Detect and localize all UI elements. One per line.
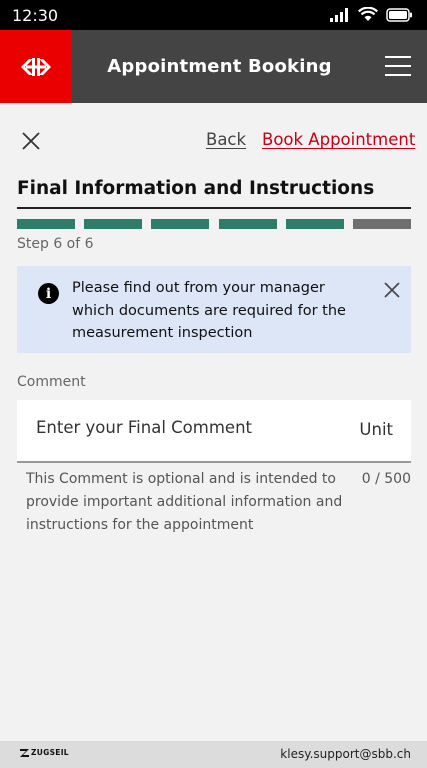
footer: ZUGSEIL klesy.support@sbb.ch: [0, 741, 427, 768]
step-segment-4: [218, 219, 277, 229]
close-icon[interactable]: [20, 130, 42, 152]
status-bar: 12:30: [0, 0, 427, 30]
close-icon[interactable]: [384, 282, 400, 298]
signal-icon: [330, 7, 348, 22]
back-link[interactable]: Back: [206, 130, 246, 149]
step-segment-5: [285, 219, 344, 229]
comment-label: Comment: [17, 374, 86, 390]
comment-helper-text: This Comment is optional and is intended…: [26, 471, 343, 533]
status-icons: [330, 7, 413, 22]
sbb-logo-icon: [21, 57, 51, 76]
step-segment-6: [352, 219, 411, 229]
battery-icon: [386, 7, 412, 22]
header-title: Appointment Booking: [107, 56, 332, 77]
app-header: Appointment Booking: [0, 30, 427, 103]
footer-brand-label: ZUGSEIL: [31, 748, 69, 757]
info-notification: i Please find out from your manager whic…: [17, 266, 411, 353]
wifi-icon: [358, 7, 378, 21]
info-text: Please find out from your manager which …: [72, 280, 346, 341]
unit-label: Unit: [359, 420, 393, 439]
footer-brand: ZUGSEIL: [20, 748, 69, 757]
step-segment-2: [84, 219, 143, 229]
character-counter: 0 / 500: [361, 471, 411, 487]
step-segment-3: [151, 219, 210, 229]
step-label: Step 6 of 6: [17, 236, 94, 252]
progress-stepper: [17, 219, 411, 229]
hamburger-menu-icon[interactable]: [385, 56, 411, 76]
status-time: 12:30: [12, 6, 59, 25]
section-title: Final Information and Instructions: [17, 178, 375, 199]
step-segment-1: [17, 219, 75, 229]
support-email-link[interactable]: klesy.support@sbb.ch: [280, 747, 411, 761]
sbb-logo[interactable]: [0, 30, 72, 103]
info-icon: i: [38, 283, 59, 304]
zugseil-logo-icon: [20, 748, 29, 757]
book-appointment-link[interactable]: Book Appointment: [262, 130, 415, 149]
comment-field[interactable]: Unit: [17, 400, 411, 463]
comment-input[interactable]: [36, 418, 336, 437]
title-divider: [17, 207, 411, 209]
